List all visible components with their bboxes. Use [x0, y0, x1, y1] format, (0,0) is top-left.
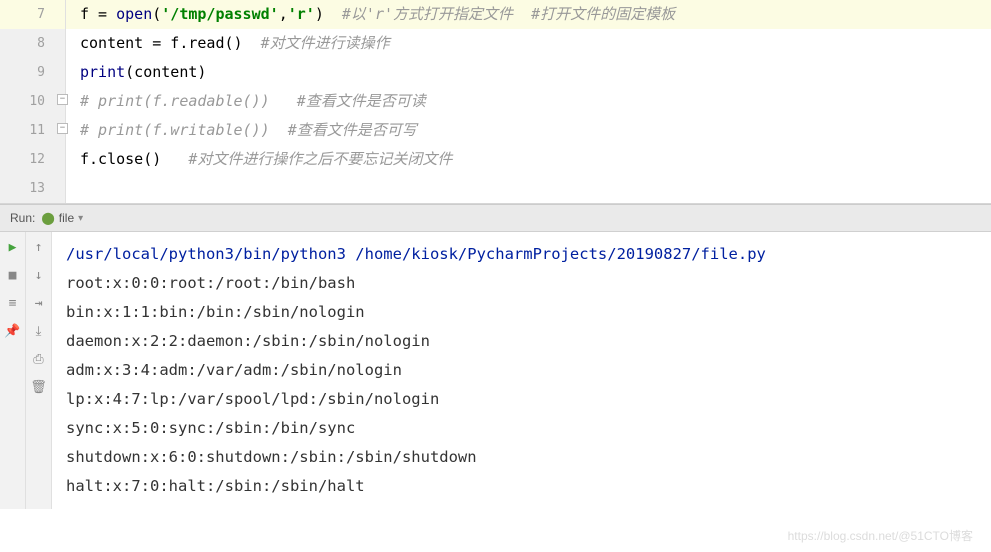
gutter-line-number: 11: [0, 116, 65, 145]
output-line: daemon:x:2:2:daemon:/sbin:/sbin/nologin: [66, 327, 991, 356]
code-token: f =: [80, 5, 116, 23]
gutter-line-number: 13: [0, 174, 65, 203]
run-panel: Run: ⬤ file ▾ ▶ ■ ≡ 📌 ↑ ↓ ⇥ ⤓ ⎙ 🗑 /usr/l…: [0, 204, 991, 509]
command-line: /usr/local/python3/bin/python3 /home/kio…: [66, 240, 991, 269]
output-line: shutdown:x:6:0:shutdown:/sbin:/sbin/shut…: [66, 443, 991, 472]
code-token: '/tmp/passwd': [161, 5, 278, 23]
scroll-to-end-button[interactable]: ⤓: [29, 322, 49, 340]
code-token: ): [315, 5, 342, 23]
down-button[interactable]: ↓: [29, 266, 49, 284]
run-body: ▶ ■ ≡ 📌 ↑ ↓ ⇥ ⤓ ⎙ 🗑 /usr/local/python3/b…: [0, 232, 991, 509]
code-token: print: [80, 63, 125, 81]
output-line: sync:x:5:0:sync:/sbin:/bin/sync: [66, 414, 991, 443]
rerun-button[interactable]: ▶: [3, 238, 23, 256]
run-tab-name[interactable]: file: [59, 211, 74, 225]
chevron-down-icon[interactable]: ▾: [78, 213, 83, 224]
code-line[interactable]: −# print(f.readable()) #查看文件是否可读: [66, 87, 991, 116]
code-token: # print(f.readable()) #查看文件是否可读: [80, 92, 426, 110]
print-button[interactable]: ⎙: [29, 350, 49, 368]
output-line: adm:x:3:4:adm:/var/adm:/sbin/nologin: [66, 356, 991, 385]
code-token: # print(f.writable()) #查看文件是否可写: [80, 121, 417, 139]
pin-button[interactable]: 📌: [3, 322, 23, 340]
code-token: #对文件进行操作之后不要忘记关闭文件: [188, 150, 452, 168]
run-header: Run: ⬤ file ▾: [0, 205, 991, 232]
up-button[interactable]: ↑: [29, 238, 49, 256]
output-line: halt:x:7:0:halt:/sbin:/sbin/halt: [66, 472, 991, 501]
code-line[interactable]: −# print(f.writable()) #查看文件是否可写: [66, 116, 991, 145]
stop-button[interactable]: ■: [3, 266, 23, 284]
console-output[interactable]: /usr/local/python3/bin/python3 /home/kio…: [52, 232, 991, 509]
output-line: bin:x:1:1:bin:/bin:/sbin/nologin: [66, 298, 991, 327]
code-token: (: [152, 5, 161, 23]
editor-pane: 78910111213 f = open('/tmp/passwd','r') …: [0, 0, 991, 204]
output-line: lp:x:4:7:lp:/var/spool/lpd:/sbin/nologin: [66, 385, 991, 414]
gutter-line-number: 9: [0, 58, 65, 87]
output-line: root:x:0:0:root:/root:/bin/bash: [66, 269, 991, 298]
run-label: Run:: [8, 211, 41, 225]
code-token: #对文件进行读操作: [261, 34, 390, 52]
gutter-line-number: 10: [0, 87, 65, 116]
code-token: 'r': [288, 5, 315, 23]
code-token: ,: [279, 5, 288, 23]
code-token: content = f.read(): [80, 34, 261, 52]
code-area[interactable]: f = open('/tmp/passwd','r') #以'r'方式打开指定文…: [66, 0, 991, 203]
run-toolbar-nav: ↑ ↓ ⇥ ⤓ ⎙ 🗑: [26, 232, 52, 509]
code-token: f.close(): [80, 150, 188, 168]
fold-marker-icon[interactable]: −: [57, 94, 68, 105]
layout-button[interactable]: ≡: [3, 294, 23, 312]
run-toolbar-left: ▶ ■ ≡ 📌: [0, 232, 26, 509]
code-line[interactable]: f = open('/tmp/passwd','r') #以'r'方式打开指定文…: [66, 0, 991, 29]
fold-marker-icon[interactable]: −: [57, 123, 68, 134]
python-icon: ⬤: [41, 211, 54, 225]
code-token: (content): [125, 63, 206, 81]
gutter-line-number: 7: [0, 0, 65, 29]
code-line[interactable]: f.close() #对文件进行操作之后不要忘记关闭文件: [66, 145, 991, 174]
code-token: #以'r'方式打开指定文件 #打开文件的固定模板: [342, 5, 675, 23]
code-line[interactable]: [66, 174, 991, 203]
gutter-line-number: 8: [0, 29, 65, 58]
code-line[interactable]: content = f.read() #对文件进行读操作: [66, 29, 991, 58]
soft-wrap-button[interactable]: ⇥: [29, 294, 49, 312]
gutter-line-number: 12: [0, 145, 65, 174]
code-token: open: [116, 5, 152, 23]
trash-button[interactable]: 🗑: [29, 378, 49, 396]
code-line[interactable]: print(content): [66, 58, 991, 87]
watermark: https://blog.csdn.net/@51CTO博客: [788, 527, 973, 544]
